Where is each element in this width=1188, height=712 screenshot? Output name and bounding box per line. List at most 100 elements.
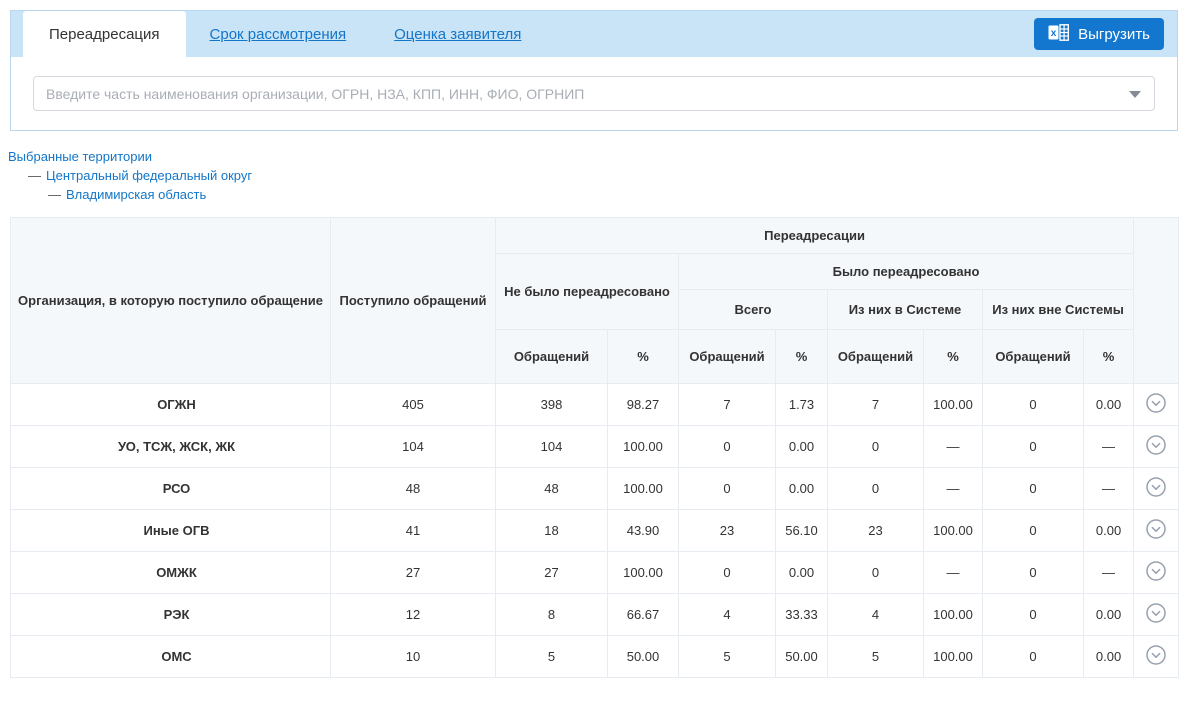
organization-cell: ОГЖН (11, 384, 331, 426)
organization-cell: ОМС (11, 636, 331, 678)
total-appeals-cell: 23 (679, 510, 776, 552)
tab-label: Оценка заявителя (394, 26, 521, 43)
out-system-appeals-cell: 0 (983, 384, 1084, 426)
in-system-appeals-cell: 0 (828, 426, 924, 468)
not-redirected-percent-cell: 66.67 (608, 594, 679, 636)
tab-review-period[interactable]: Срок рассмотрения (186, 11, 371, 57)
out-system-appeals-cell: 0 (983, 552, 1084, 594)
not-redirected-appeals-cell: 104 (496, 426, 608, 468)
total-appeals-cell: 0 (679, 426, 776, 468)
col-header-organization: Организация, в которую поступило обращен… (11, 218, 331, 384)
in-system-appeals-cell: 0 (828, 468, 924, 510)
table-row: ОМС 10 5 50.00 5 50.00 5 100.00 0 0.00 (11, 636, 1179, 678)
organization-cell: Иные ОГВ (11, 510, 331, 552)
out-system-percent-cell: 0.00 (1084, 636, 1134, 678)
out-system-percent-cell: — (1084, 468, 1134, 510)
territory-link-region[interactable]: Владимирская область (66, 187, 206, 202)
received-cell: 12 (331, 594, 496, 636)
table-row: УО, ТСЖ, ЖСК, ЖК 104 104 100.00 0 0.00 0… (11, 426, 1179, 468)
out-system-appeals-cell: 0 (983, 510, 1084, 552)
tab-bar: Переадресация Срок рассмотрения Оценка з… (11, 11, 1177, 57)
table-row: РЭК 12 8 66.67 4 33.33 4 100.00 0 0.00 (11, 594, 1179, 636)
organization-cell: ОМЖК (11, 552, 331, 594)
col-header-was-redirected: Было переадресовано (679, 254, 1134, 290)
redirections-table: Организация, в которую поступило обращен… (10, 217, 1179, 678)
table-row: Иные ОГВ 41 18 43.90 23 56.10 23 100.00 … (11, 510, 1179, 552)
in-system-percent-cell: 100.00 (924, 636, 983, 678)
chevron-down-circle-icon[interactable] (1145, 434, 1167, 456)
col-header-appeals: Обращений (496, 330, 608, 384)
out-system-percent-cell: 0.00 (1084, 384, 1134, 426)
tab-label: Переадресация (49, 26, 160, 43)
chevron-down-circle-icon[interactable] (1145, 602, 1167, 624)
territories-title[interactable]: Выбранные территории (8, 148, 1188, 166)
chevron-down-circle-icon[interactable] (1145, 644, 1167, 666)
expand-cell (1134, 468, 1179, 510)
in-system-percent-cell: — (924, 426, 983, 468)
table-body: ОГЖН 405 398 98.27 7 1.73 7 100.00 0 0.0… (11, 384, 1179, 678)
svg-text:x: x (1051, 28, 1057, 39)
tab-applicant-rating[interactable]: Оценка заявителя (370, 11, 545, 57)
export-button[interactable]: x Выгрузить (1034, 18, 1164, 50)
in-system-appeals-cell: 5 (828, 636, 924, 678)
col-header-in-system: Из них в Системе (828, 290, 983, 330)
in-system-appeals-cell: 4 (828, 594, 924, 636)
in-system-appeals-cell: 0 (828, 552, 924, 594)
col-header-percent: % (1084, 330, 1134, 384)
col-header-received: Поступило обращений (331, 218, 496, 384)
col-header-percent: % (776, 330, 828, 384)
total-percent-cell: 56.10 (776, 510, 828, 552)
total-percent-cell: 1.73 (776, 384, 828, 426)
chevron-down-circle-icon[interactable] (1145, 518, 1167, 540)
organization-search-input[interactable] (33, 76, 1155, 111)
expand-cell (1134, 552, 1179, 594)
col-header-appeals: Обращений (679, 330, 776, 384)
total-percent-cell: 0.00 (776, 552, 828, 594)
chevron-down-circle-icon[interactable] (1145, 560, 1167, 582)
selected-territories: Выбранные территории — Центральный федера… (8, 148, 1188, 204)
territory-link-federal-district[interactable]: Центральный федеральный округ (46, 168, 252, 183)
received-cell: 48 (331, 468, 496, 510)
col-header-percent: % (924, 330, 983, 384)
expand-cell (1134, 426, 1179, 468)
export-button-label: Выгрузить (1078, 26, 1150, 43)
out-system-appeals-cell: 0 (983, 594, 1084, 636)
not-redirected-percent-cell: 98.27 (608, 384, 679, 426)
filter-panel: Переадресация Срок рассмотрения Оценка з… (10, 10, 1178, 131)
total-appeals-cell: 4 (679, 594, 776, 636)
col-header-total: Всего (679, 290, 828, 330)
in-system-appeals-cell: 7 (828, 384, 924, 426)
not-redirected-percent-cell: 50.00 (608, 636, 679, 678)
expand-cell (1134, 510, 1179, 552)
col-header-expand (1134, 218, 1179, 384)
total-appeals-cell: 5 (679, 636, 776, 678)
col-header-not-redirected: Не было переадресовано (496, 254, 679, 330)
table-row: ОГЖН 405 398 98.27 7 1.73 7 100.00 0 0.0… (11, 384, 1179, 426)
total-appeals-cell: 7 (679, 384, 776, 426)
total-appeals-cell: 0 (679, 552, 776, 594)
chevron-down-circle-icon[interactable] (1145, 392, 1167, 414)
tree-dash: — (28, 168, 41, 183)
received-cell: 104 (331, 426, 496, 468)
tab-label: Срок рассмотрения (210, 26, 347, 43)
organization-cell: РСО (11, 468, 331, 510)
total-percent-cell: 33.33 (776, 594, 828, 636)
not-redirected-percent-cell: 100.00 (608, 468, 679, 510)
out-system-percent-cell: — (1084, 426, 1134, 468)
col-header-out-system: Из них вне Системы (983, 290, 1134, 330)
chevron-down-circle-icon[interactable] (1145, 476, 1167, 498)
received-cell: 405 (331, 384, 496, 426)
out-system-appeals-cell: 0 (983, 426, 1084, 468)
out-system-appeals-cell: 0 (983, 468, 1084, 510)
in-system-appeals-cell: 23 (828, 510, 924, 552)
table-row: РСО 48 48 100.00 0 0.00 0 — 0 — (11, 468, 1179, 510)
out-system-appeals-cell: 0 (983, 636, 1084, 678)
out-system-percent-cell: 0.00 (1084, 594, 1134, 636)
in-system-percent-cell: — (924, 468, 983, 510)
total-percent-cell: 50.00 (776, 636, 828, 678)
not-redirected-appeals-cell: 5 (496, 636, 608, 678)
tab-redirection[interactable]: Переадресация (23, 11, 186, 57)
chevron-down-icon[interactable] (1129, 91, 1141, 98)
col-header-redirections: Переадресации (496, 218, 1134, 254)
received-cell: 10 (331, 636, 496, 678)
